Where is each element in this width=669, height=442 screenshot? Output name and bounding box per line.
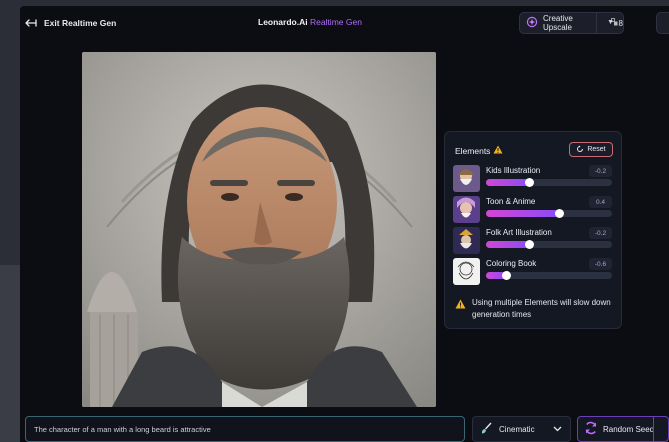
brand-title: Leonardo.Ai Realtime Gen [258,17,362,27]
element-slider-track[interactable] [486,240,612,249]
elements-title: Elements [455,145,503,156]
element-item-kids-illustration[interactable]: Kids Illustration -0.2 [453,165,615,193]
sparkle-upscale-icon [526,16,538,30]
element-slider-fill [486,179,529,186]
element-label: Toon & Anime [486,197,536,206]
brand-name: Leonardo.Ai [258,17,308,27]
element-value[interactable]: -0.2 [589,227,612,239]
toolbar-extra-button[interactable] [656,12,669,34]
prompt-input[interactable] [25,416,465,442]
element-thumbnail [453,258,480,285]
random-seed-label: Random Seed [603,424,655,434]
element-value[interactable]: 0.4 [589,196,612,208]
token-value: 8 [618,18,623,28]
element-value[interactable]: -0.2 [589,165,612,177]
upscale-label: Creative Upscale [543,14,573,32]
element-value[interactable]: -0.6 [589,258,612,270]
element-item-coloring-book[interactable]: Coloring Book -0.6 [453,258,615,286]
warning-icon [455,299,466,313]
exit-realtime-gen-button[interactable]: Exit Realtime Gen [25,16,116,30]
random-seed-button[interactable]: Random Seed [577,416,669,442]
elements-panel: Elements Reset Kids Illustration -0.2 To… [444,131,622,329]
reset-label: Reset [587,146,606,153]
warning-icon [493,145,503,156]
reset-button[interactable]: Reset [569,142,613,157]
element-slider-fill [486,210,560,217]
element-thumbnail [453,196,480,223]
background-panel-lower [0,265,20,442]
brand-suffix: Realtime Gen [309,17,362,27]
element-slider-knob[interactable] [524,240,534,249]
chevron-down-icon[interactable]: ▼ [607,19,614,26]
chevron-down-icon [553,425,562,434]
style-label: Cinematic [499,424,535,434]
random-seed-icon [584,421,598,437]
button-divider [596,12,597,34]
style-select[interactable]: Cinematic [472,416,571,442]
element-label: Kids Illustration [486,166,541,175]
element-slider-knob[interactable] [502,271,512,280]
creative-upscale-button[interactable]: Creative Upscale 8 ▼ [519,12,624,34]
element-label: Coloring Book [486,259,537,268]
top-bar: Exit Realtime Gen Leonardo.Ai Realtime G… [20,6,669,40]
element-item-folk-art-illustration[interactable]: Folk Art Illustration -0.2 [453,227,615,255]
style-brush-icon [481,422,492,436]
element-thumbnail [453,227,480,254]
button-divider [653,417,654,441]
element-slider-knob[interactable] [555,209,565,218]
element-slider-fill [486,241,529,248]
element-slider-track[interactable] [486,178,612,187]
element-thumbnail [453,165,480,192]
reset-icon [576,145,584,155]
bottom-bar: Cinematic Random Seed [20,416,669,442]
elements-title-label: Elements [455,145,491,156]
generated-image [82,52,436,407]
realtime-gen-window: Exit Realtime Gen Leonardo.Ai Realtime G… [20,6,669,442]
element-slider-knob[interactable] [524,178,534,187]
arrow-left-icon [25,18,37,28]
element-label: Folk Art Illustration [486,228,552,237]
element-slider-track[interactable] [486,271,612,280]
warning-text: Using multiple Elements will slow down g… [472,298,611,319]
elements-warning: Using multiple Elements will slow down g… [455,297,615,321]
exit-label: Exit Realtime Gen [44,18,117,28]
element-slider-track[interactable] [486,209,612,218]
element-item-toon-anime[interactable]: Toon & Anime 0.4 [453,196,615,224]
